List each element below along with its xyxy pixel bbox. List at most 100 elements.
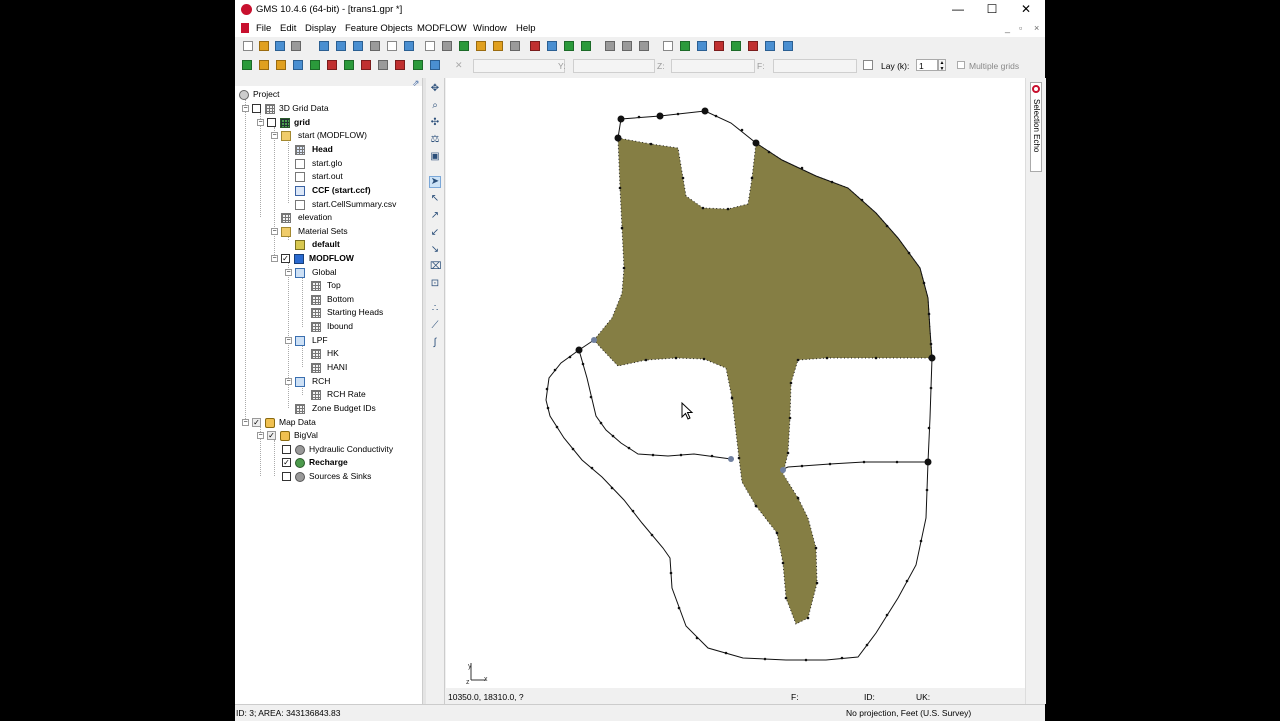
color-legend-icon[interactable] — [530, 41, 540, 51]
map-module-icon[interactable] — [395, 60, 405, 70]
collapse-icon[interactable]: − — [271, 132, 278, 139]
3d-grid-icon[interactable] — [344, 60, 354, 70]
borehole-tool-icon[interactable] — [748, 41, 758, 51]
rotate-icon[interactable]: ✣ — [430, 118, 440, 128]
minimize-button[interactable]: — — [941, 0, 975, 19]
graphics-window[interactable]: y x z — [446, 78, 1025, 688]
zoom-icon[interactable] — [404, 41, 414, 51]
display-options-icon[interactable] — [425, 41, 435, 51]
refresh-icon[interactable] — [459, 41, 469, 51]
contour-icon[interactable] — [493, 41, 503, 51]
view-top-icon[interactable] — [353, 41, 363, 51]
copy-icon[interactable] — [663, 41, 673, 51]
tree-checkbox[interactable]: ✓ — [252, 418, 261, 427]
mdi-minimize-button[interactable]: _ — [1005, 23, 1010, 33]
map-view[interactable]: y x z — [446, 78, 1025, 688]
maximize-button[interactable]: ☐ — [975, 0, 1009, 19]
collapse-icon[interactable]: − — [285, 378, 292, 385]
solid-icon[interactable] — [276, 60, 286, 70]
collapse-icon[interactable]: − — [271, 228, 278, 235]
tree-checkbox[interactable] — [252, 104, 261, 113]
collapse-icon[interactable]: − — [257, 432, 264, 439]
selection-echo-tab[interactable]: Selection Echo — [1030, 82, 1042, 172]
select-arc-icon[interactable]: ↘ — [430, 245, 440, 255]
multiple-grids-checkbox[interactable] — [957, 61, 965, 69]
model-checker-icon[interactable] — [242, 60, 252, 70]
grid-tool-icon[interactable] — [680, 41, 690, 51]
collapse-icon[interactable]: − — [271, 255, 278, 262]
f-value-box[interactable] — [773, 59, 857, 73]
mesh-tool-icon[interactable] — [697, 41, 707, 51]
close-button[interactable]: ✕ — [1009, 0, 1043, 19]
new-icon[interactable] — [243, 41, 253, 51]
view-oblique-icon[interactable] — [370, 41, 380, 51]
tree-checkbox[interactable] — [267, 118, 276, 127]
menu-help[interactable]: Help — [516, 23, 536, 34]
collapse-icon[interactable]: − — [285, 269, 292, 276]
menu-file[interactable]: File — [256, 23, 271, 34]
cube-icon[interactable] — [361, 60, 371, 70]
collapse-icon[interactable]: − — [242, 419, 249, 426]
tree-checkbox[interactable] — [282, 445, 291, 454]
frame-icon[interactable] — [510, 41, 520, 51]
x-coordinate-box[interactable] — [473, 59, 565, 73]
view-front-icon[interactable] — [319, 41, 329, 51]
create-line-icon[interactable]: ⟋ — [430, 321, 440, 331]
select-polygon-icon[interactable]: ⌧ — [430, 262, 442, 272]
print-icon[interactable] — [291, 41, 301, 51]
lighting-icon[interactable] — [442, 41, 452, 51]
create-point-icon[interactable]: ∴ — [430, 304, 440, 314]
borehole-icon[interactable] — [259, 60, 269, 70]
document-icon[interactable] — [241, 23, 249, 33]
select-vertex-icon[interactable]: ↙ — [430, 228, 440, 238]
tool-b-icon[interactable] — [622, 41, 632, 51]
grid-module-icon[interactable] — [310, 60, 320, 70]
menu-window[interactable]: Window — [473, 23, 507, 34]
layer-input[interactable]: 1 — [916, 59, 938, 71]
gis-icon[interactable] — [413, 60, 423, 70]
layer-spinner[interactable]: ▲ ▼ — [938, 59, 946, 72]
layer-grid-icon[interactable] — [863, 60, 873, 70]
tree-checkbox[interactable]: ✓ — [281, 254, 290, 263]
menu-display[interactable]: Display — [305, 23, 336, 34]
menu-modflow[interactable]: MODFLOW — [417, 23, 467, 34]
zoom-icon[interactable]: ⌕ — [430, 101, 440, 111]
save-icon[interactable] — [275, 41, 285, 51]
menu-feature-objects[interactable]: Feature Objects — [345, 23, 413, 34]
light-bulb-icon[interactable] — [476, 41, 486, 51]
grid-display-icon[interactable] — [547, 41, 557, 51]
z-coordinate-box[interactable] — [671, 59, 755, 73]
scatter-icon[interactable] — [378, 60, 388, 70]
display-icon[interactable]: ▣ — [430, 152, 440, 162]
pan-icon[interactable]: ✥ — [430, 84, 440, 94]
view-side-icon[interactable] — [336, 41, 346, 51]
map-display-icon[interactable] — [564, 41, 574, 51]
image-icon[interactable] — [430, 60, 440, 70]
create-spline-icon[interactable]: ∫ — [430, 338, 440, 348]
map-tool-icon[interactable] — [783, 41, 793, 51]
create-arc-icon[interactable]: ↗ — [430, 211, 440, 221]
select-point-icon[interactable]: ↖ — [430, 194, 440, 204]
rotate-view-icon[interactable] — [387, 41, 397, 51]
tree-checkbox[interactable]: ✓ — [267, 431, 276, 440]
open-icon[interactable] — [259, 41, 269, 51]
globe-icon[interactable] — [581, 41, 591, 51]
mdi-restore-button[interactable]: ▫ — [1019, 23, 1022, 33]
tool-a-icon[interactable] — [605, 41, 615, 51]
tin-tool-icon[interactable] — [714, 41, 724, 51]
mdi-close-button[interactable]: × — [1034, 23, 1039, 33]
solid-tool-icon[interactable] — [765, 41, 775, 51]
select-region-icon[interactable]: ⊡ — [430, 279, 440, 289]
menu-edit[interactable]: Edit — [280, 23, 296, 34]
collapse-icon[interactable]: − — [242, 105, 249, 112]
scatter-tool-icon[interactable] — [731, 41, 741, 51]
measure-icon[interactable]: ⚖ — [430, 135, 440, 145]
tree-checkbox[interactable] — [282, 472, 291, 481]
projection-status[interactable]: No projection, Feet (U.S. Survey) — [846, 708, 971, 718]
tool-c-icon[interactable] — [639, 41, 649, 51]
select-arrow-icon[interactable]: ➤ — [429, 176, 441, 188]
collapse-icon[interactable]: − — [285, 337, 292, 344]
tin-icon[interactable] — [327, 60, 337, 70]
tree-checkbox[interactable]: ✓ — [282, 458, 291, 467]
mesh-icon[interactable] — [293, 60, 303, 70]
